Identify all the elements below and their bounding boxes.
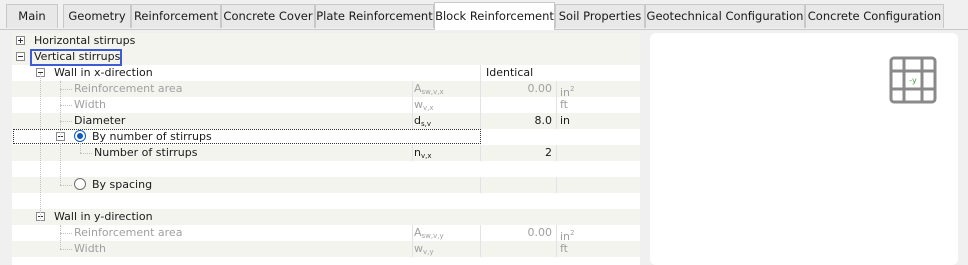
horizontal-stirrups-label: Horizontal stirrups [34,34,136,47]
tree-row-width-y: Width wv,y ft [12,241,640,257]
focus-outline [13,129,481,144]
tab-plate-reinforcement[interactable]: Plate Reinforcement [315,4,434,28]
diameter-unit: in [560,114,571,127]
reinforcement-area-y-label: Reinforcement area [74,226,183,239]
tab-concrete-cover[interactable]: Concrete Cover [221,4,315,28]
tree-row-reinforcement-area-y: Reinforcement area Asw,v,y 0.00 in2 [12,225,640,243]
tab-concrete-configuration[interactable]: Concrete Configuration [805,4,944,28]
width-x-value [482,97,552,113]
tree-row-by-spacing[interactable]: By spacing [12,177,640,193]
wall-y-label: Wall in y-direction [54,210,153,223]
diameter-symbol: ds,v [414,114,431,128]
wall-x-option-select[interactable]: Identical [486,65,533,81]
tab-geotechnical-configuration[interactable]: Geotechnical Configuration [645,4,805,28]
tab-main[interactable]: Main [6,4,58,28]
width-y-value [482,241,552,257]
reinforcement-area-x-symbol: Asw,v,x [414,82,444,96]
tree-row-diameter[interactable]: Diameter ds,v 8.0 in [12,113,640,129]
tree-row-reinforcement-area-x: Reinforcement area Asw,v,x 0.00 in2 [12,81,640,99]
tab-bar: Main Geometry Reinforcement Concrete Cov… [0,0,968,30]
tab-reinforcement[interactable]: Reinforcement [131,4,221,28]
by-spacing-label: By spacing [92,178,153,191]
reinforcement-area-x-unit: in2 [560,85,575,99]
selection-highlight [30,49,122,66]
tree-row-wall-y[interactable]: Wall in y-direction [12,209,640,225]
expand-icon[interactable] [16,36,25,45]
wall-x-label: Wall in x-direction [54,66,153,79]
number-of-stirrups-input[interactable]: 2 [482,145,552,161]
width-y-symbol: wv,y [414,242,434,256]
preview-panel: -y [650,33,958,265]
number-of-stirrups-label: Number of stirrups [94,146,198,159]
width-x-label: Width [74,98,106,111]
tree-row-horizontal-stirrups[interactable]: Horizontal stirrups [12,33,640,49]
width-x-unit: ft [560,98,568,111]
tree-row-empty [12,161,640,177]
tree-row-number-of-stirrups[interactable]: Number of stirrups nv,x 2 [12,145,640,161]
tab-geometry[interactable]: Geometry [63,4,131,28]
block-stirrup-grid-icon: -y [889,56,937,104]
collapse-icon[interactable] [16,52,25,61]
number-of-stirrups-symbol: nv,x [414,146,432,160]
reinforcement-area-y-unit: in2 [560,229,575,243]
width-y-unit: ft [560,242,568,255]
width-y-label: Width [74,242,106,255]
diameter-label: Diameter [74,114,126,127]
tree-row-wall-x[interactable]: Wall in x-direction Identical [12,65,640,81]
tab-block-reinforcement[interactable]: Block Reinforcement [434,2,555,30]
by-spacing-radio[interactable] [74,178,86,190]
width-x-symbol: wv,x [414,98,434,112]
tree-row-empty [12,193,640,209]
tree-row-width-x: Width wv,x ft [12,97,640,113]
tab-soil-properties[interactable]: Soil Properties [555,4,645,28]
reinforcement-area-x-label: Reinforcement area [74,82,183,95]
axis-label: -y [909,76,917,85]
reinforcement-area-y-value: 0.00 [527,226,553,239]
reinforcement-area-y-symbol: Asw,v,y [414,226,444,240]
reinforcement-area-x-value: 0.00 [527,82,553,95]
property-tree: Horizontal stirrups Vertical stirrups Wa… [12,33,640,265]
diameter-input[interactable]: 8.0 [482,113,553,129]
